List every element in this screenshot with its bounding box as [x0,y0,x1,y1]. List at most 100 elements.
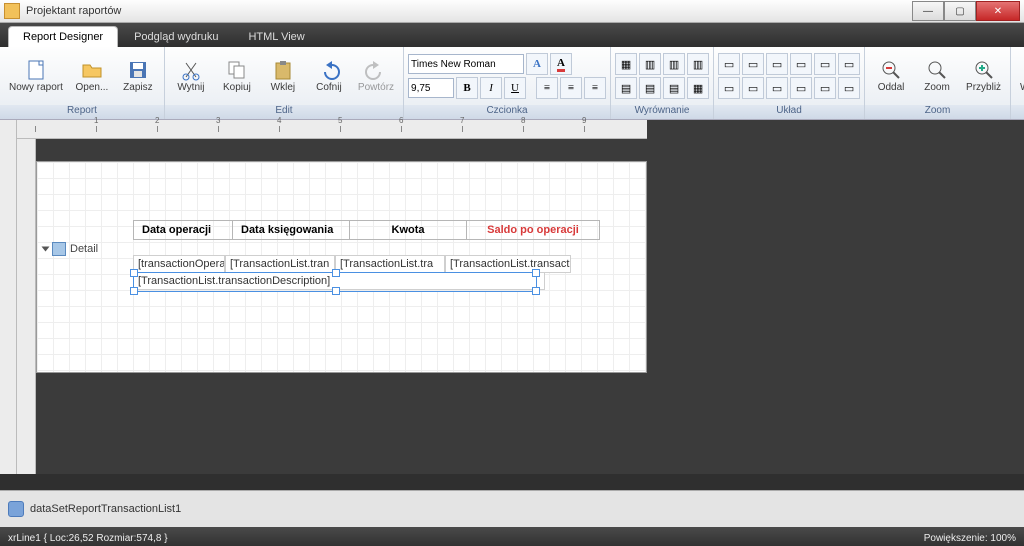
header-cell[interactable]: Saldo po operacji [467,221,599,239]
new-report-button[interactable]: Nowy raport [4,49,68,103]
toolbox-strip[interactable] [0,120,17,474]
layout-b7[interactable]: ▭ [718,77,740,99]
layout-b10[interactable]: ▭ [790,77,812,99]
resize-handle[interactable] [332,269,340,277]
copy-icon [226,59,248,81]
layout-b4[interactable]: ▭ [790,53,812,75]
copy-button[interactable]: Kopiuj [215,49,259,103]
layout-b11[interactable]: ▭ [814,77,836,99]
field-cell[interactable]: [TransactionList.tran [225,255,335,273]
align-r-button[interactable]: ▥ [687,53,709,75]
align-grid-button[interactable]: ▦ [615,53,637,75]
status-bar: xrLine1 { Loc:26,52 Rozmiar:574,8 } Powi… [0,527,1024,546]
open-button[interactable]: Open... [70,49,114,103]
windows-button[interactable]: Windows [1015,49,1024,103]
band-icon [52,242,66,256]
save-icon [127,59,149,81]
align-t-button[interactable]: ▤ [615,77,637,99]
design-surface[interactable]: Data operacji Data księgowania Kwota Sal… [36,161,647,373]
horizontal-ruler: 1 2 3 4 5 6 7 8 9 [17,120,647,139]
undo-button[interactable]: Cofnij [307,49,351,103]
align-c-button[interactable]: ▥ [663,53,685,75]
header-cell[interactable]: Data księgowania [233,221,350,239]
layout-b6[interactable]: ▭ [838,53,860,75]
table-header-row[interactable]: Data operacji Data księgowania Kwota Sal… [133,220,600,240]
tab-html-view[interactable]: HTML View [234,27,318,47]
window-title: Projektant raportów [26,5,121,17]
minimize-button[interactable]: — [912,1,944,21]
layout-b2[interactable]: ▭ [742,53,764,75]
zoom-in-icon [973,59,995,81]
underline-button[interactable]: U [504,77,526,99]
group-label-layout: Układ [714,105,864,119]
redo-button[interactable]: Powtórz [353,49,399,103]
resize-handle[interactable] [130,269,138,277]
panel-splitter[interactable] [0,474,1024,490]
ribbon: Nowy raport Open... Zapisz Report Wytnij… [0,47,1024,120]
tab-print-preview[interactable]: Podgląd wydruku [120,27,232,47]
resize-handle[interactable] [332,287,340,295]
field-cell[interactable]: [transactionOpera [133,255,225,273]
ribbon-group-edit: Wytnij Kopiuj Wklej Cofnij Powtórz Edit [165,47,404,119]
layout-b9[interactable]: ▭ [766,77,788,99]
header-cell[interactable]: Data operacji [134,221,233,239]
align-right-button[interactable]: ≡ [584,77,606,99]
tab-report-designer[interactable]: Report Designer [8,26,118,47]
layout-b3[interactable]: ▭ [766,53,788,75]
component-tray: dataSetReportTransactionList1 [0,490,1024,527]
zoom-in-button[interactable]: Przybliż [961,49,1006,103]
redo-icon [365,59,387,81]
ribbon-group-layout: ▭▭▭▭▭▭ ▭▭▭▭▭▭ Układ [714,47,865,119]
zoom-button[interactable]: Zoom [915,49,959,103]
detail-band-header[interactable]: Detail [43,242,98,256]
align-sz-button[interactable]: ▦ [687,77,709,99]
layout-b8[interactable]: ▭ [742,77,764,99]
title-bar: Projektant raportów — ▢ ✕ [0,0,1024,23]
paste-icon [272,59,294,81]
zoom-icon [926,59,948,81]
vertical-ruler [17,139,36,474]
status-zoom: Powiększenie: 100% [924,533,1016,544]
align-left-button[interactable]: ≡ [536,77,558,99]
layout-b12[interactable]: ▭ [838,77,860,99]
ribbon-group-view: Windows Widok [1011,47,1024,119]
group-label-font: Czcionka [404,105,610,119]
cut-button[interactable]: Wytnij [169,49,213,103]
field-cell[interactable]: [TransactionList.transactionB [445,255,571,273]
align-l-button[interactable]: ▥ [639,53,661,75]
scissors-icon [180,59,202,81]
selection-outline [133,272,537,292]
group-label-report: Report [0,105,164,119]
zoom-out-icon [880,59,902,81]
layout-b5[interactable]: ▭ [814,53,836,75]
group-label-zoom: Zoom [865,105,1010,119]
italic-button[interactable]: I [480,77,502,99]
table-row[interactable]: [transactionOpera [TransactionList.tran … [133,255,571,273]
header-cell[interactable]: Kwota [350,221,467,239]
font-size-select[interactable] [408,78,454,98]
group-label-view: Widok [1011,105,1024,119]
paste-button[interactable]: Wklej [261,49,305,103]
save-button[interactable]: Zapisz [116,49,160,103]
resize-handle[interactable] [130,287,138,295]
font-color-button[interactable]: A [550,53,572,75]
field-cell[interactable]: [TransactionList.tra [335,255,445,273]
close-button[interactable]: ✕ [976,1,1020,21]
zoom-out-button[interactable]: Oddal [869,49,913,103]
resize-handle[interactable] [532,269,540,277]
align-center-button[interactable]: ≡ [560,77,582,99]
align-b-button[interactable]: ▤ [663,77,685,99]
align-m-button[interactable]: ▤ [639,77,661,99]
font-grow-button[interactable]: A [526,53,548,75]
app-icon [4,3,20,19]
group-label-align: Wyrównanie [611,105,713,119]
datasource-name[interactable]: dataSetReportTransactionList1 [30,503,181,515]
ribbon-group-report: Nowy raport Open... Zapisz Report [0,47,165,119]
font-family-select[interactable] [408,54,524,74]
folder-open-icon [81,59,103,81]
work-zone: 1 2 3 4 5 6 7 8 9 Data operacji Data ksi… [0,120,1024,474]
maximize-button[interactable]: ▢ [944,1,976,21]
layout-b1[interactable]: ▭ [718,53,740,75]
resize-handle[interactable] [532,287,540,295]
bold-button[interactable]: B [456,77,478,99]
